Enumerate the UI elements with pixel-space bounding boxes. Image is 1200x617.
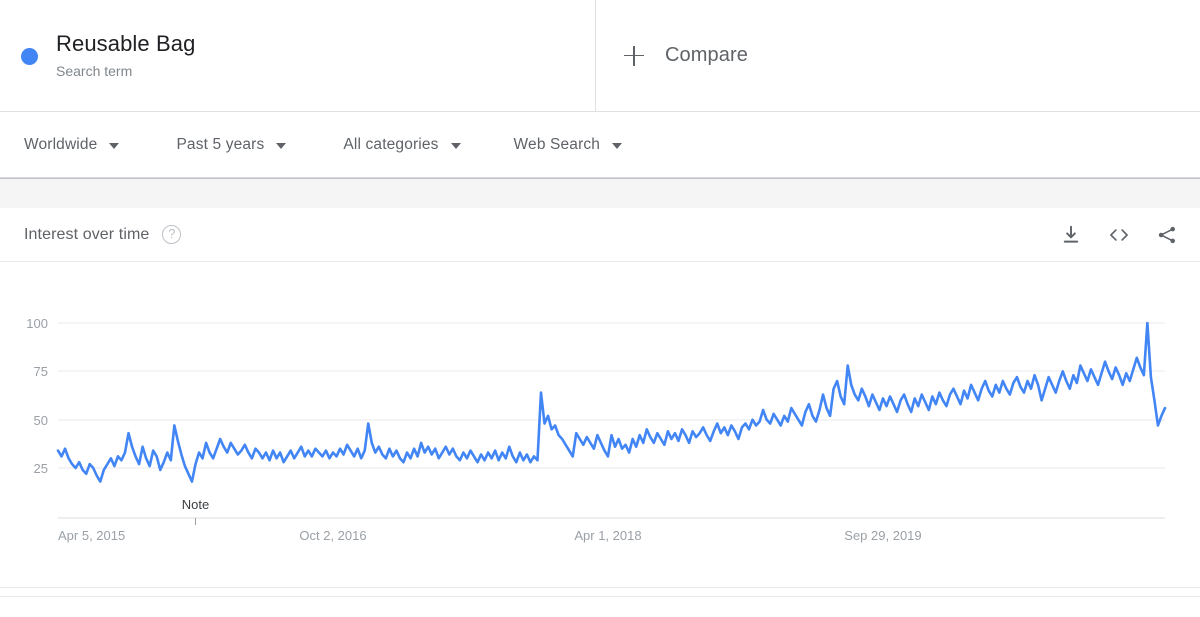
help-icon[interactable]: ?	[162, 225, 182, 244]
chevron-down-icon	[450, 142, 461, 149]
section-separator	[0, 178, 1200, 208]
chevron-down-icon	[612, 142, 623, 149]
y-axis-tick-label: 100	[26, 316, 48, 331]
card-header: Interest over time ?	[0, 208, 1200, 262]
series-color-dot	[21, 48, 38, 65]
download-icon[interactable]	[1060, 224, 1082, 246]
filter-time-range-label: Past 5 years	[176, 135, 265, 153]
next-card-sliver	[0, 588, 1200, 614]
y-axis-tick-label: 75	[34, 364, 48, 379]
chevron-down-icon	[276, 142, 287, 149]
embed-icon[interactable]	[1107, 224, 1131, 246]
filter-bar: Worldwide Past 5 years All categories We…	[0, 112, 1200, 178]
plus-icon	[624, 45, 644, 66]
card-actions	[1060, 224, 1178, 246]
filter-location[interactable]: Worldwide	[24, 135, 120, 154]
y-axis-tick-label: 25	[34, 461, 48, 476]
card-title: Interest over time	[24, 225, 150, 243]
chart-canvas: 25 50 75 100 Apr 5, 2015 Oct 2, 2016 Apr 1, 20…	[26, 316, 1167, 543]
next-card-top-border	[0, 596, 1200, 614]
x-axis-tick-label: Sep 29, 2019	[844, 528, 921, 543]
filter-category-label: All categories	[343, 135, 439, 153]
chart-line-series	[56, 321, 1167, 483]
search-term-card[interactable]: Reusable Bag Search term	[0, 0, 596, 111]
add-comparison-button[interactable]: Compare	[596, 0, 1200, 111]
x-axis-tick-label: Apr 1, 2018	[574, 528, 641, 543]
search-term-subtitle: Search term	[56, 62, 133, 79]
compare-label: Compare	[665, 44, 748, 66]
search-term-texts: Reusable Bag Search term	[56, 30, 195, 82]
filter-location-label: Worldwide	[24, 135, 98, 153]
y-axis-tick-label: 50	[34, 413, 48, 428]
chart-note-annotation: Note	[181, 497, 210, 512]
search-term-bar: Reusable Bag Search term Compare	[0, 0, 1200, 112]
filter-category[interactable]: All categories	[343, 135, 461, 154]
x-axis-tick-label: Apr 5, 2015	[58, 528, 125, 543]
filter-search-type[interactable]: Web Search	[514, 136, 623, 154]
filter-time-range[interactable]: Past 5 years	[176, 135, 287, 154]
filter-search-type-label: Web Search	[513, 135, 601, 153]
interest-over-time-card: Interest over time ? 25 50 75 100 Apr 5,…	[0, 208, 1200, 588]
x-axis-tick-label: Oct 2, 2016	[299, 528, 366, 543]
interest-over-time-chart[interactable]: 25 50 75 100 Apr 5, 2015 Oct 2, 2016 Apr 1, 20…	[0, 262, 1200, 587]
share-icon[interactable]	[1156, 224, 1178, 246]
search-term-title: Reusable Bag	[56, 30, 196, 56]
chevron-down-icon	[109, 142, 120, 149]
